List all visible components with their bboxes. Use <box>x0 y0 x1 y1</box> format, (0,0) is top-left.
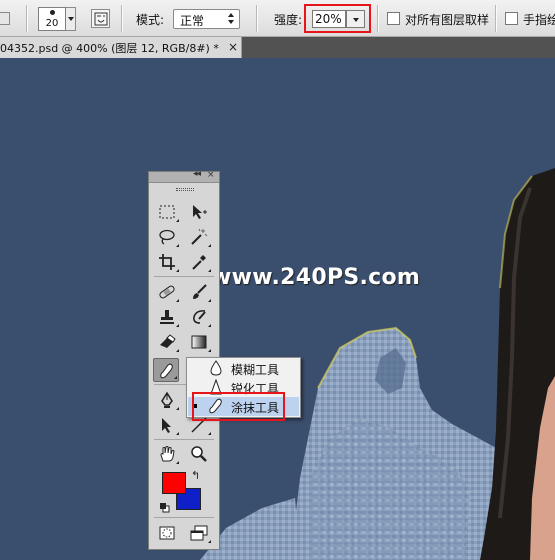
smudge-highlight-box <box>192 392 285 421</box>
brush-panel-toggle-button[interactable] <box>91 9 110 28</box>
separator <box>154 276 214 277</box>
close-icon[interactable]: × <box>207 170 215 180</box>
zoom-tool[interactable] <box>186 442 212 466</box>
history-brush-icon <box>193 310 206 324</box>
path-selection-tool[interactable] <box>154 413 180 437</box>
brush-icon <box>193 284 207 299</box>
brush-size-value: 20 <box>45 18 59 29</box>
eyedropper-icon <box>192 255 206 270</box>
strength-value: 20% <box>315 12 342 26</box>
flyout-item-blur[interactable]: 模糊工具 <box>188 359 299 378</box>
stamp-icon <box>160 310 174 324</box>
options-bar: 20 模式: 正常 强度: 20% 对所有图层取样 手指绘 <box>0 0 555 37</box>
separator <box>377 5 378 32</box>
document-tab-bar: 04352.psd @ 400% (图层 12, RGB/8#) * × <box>0 37 555 58</box>
swap-colors-icon[interactable]: ↰ <box>191 469 200 482</box>
lasso-icon <box>159 229 175 245</box>
separator <box>495 5 496 32</box>
history-brush-tool[interactable] <box>186 305 212 329</box>
mode-label: 模式: <box>136 13 165 27</box>
eraser-tool[interactable] <box>154 330 180 354</box>
gradient-icon <box>191 335 207 349</box>
watermark-text: www.240PS.com <box>211 265 421 290</box>
path-selection-icon <box>162 418 171 433</box>
quick-mask-button[interactable] <box>154 521 180 545</box>
separator <box>154 517 214 518</box>
strength-slider-dropdown[interactable] <box>346 10 365 28</box>
lasso-tool[interactable] <box>154 225 180 249</box>
quick-mask-icon <box>159 526 175 540</box>
canvas-artwork <box>200 168 555 560</box>
eraser-icon <box>160 334 176 348</box>
brush-tool[interactable] <box>186 280 212 304</box>
magic-wand-tool[interactable] <box>186 225 212 249</box>
mode-select[interactable]: 正常 <box>173 9 240 29</box>
separator <box>121 5 122 32</box>
crop-icon <box>159 254 175 270</box>
sample-all-layers-label: 对所有图层取样 <box>405 13 490 27</box>
pen-icon <box>161 391 173 408</box>
separator <box>26 5 27 32</box>
pen-tool[interactable] <box>154 388 180 412</box>
finger-painting-checkbox[interactable] <box>505 12 518 25</box>
foreground-color-swatch[interactable] <box>162 472 186 494</box>
default-colors-icon[interactable] <box>160 502 170 513</box>
crop-tool[interactable] <box>154 250 180 274</box>
screen-mode-icon <box>190 525 208 541</box>
strength-label: 强度: <box>274 13 303 27</box>
tool-preset-picker[interactable] <box>0 12 10 25</box>
eyedropper-tool[interactable] <box>186 250 212 274</box>
collapse-icon[interactable]: ◂◂ <box>193 169 201 179</box>
smudge-tool[interactable] <box>153 358 179 382</box>
sample-all-layers-checkbox[interactable] <box>387 12 400 25</box>
tools-panel-header[interactable]: ◂◂ × <box>149 169 219 183</box>
finger-painting-label: 手指绘 <box>523 13 555 27</box>
magic-wand-icon <box>191 228 208 245</box>
magnifier-icon <box>191 446 207 462</box>
marquee-tool[interactable] <box>154 200 180 224</box>
clone-stamp-tool[interactable] <box>154 305 180 329</box>
healing-brush-tool[interactable] <box>154 280 180 304</box>
brush-preset-dropdown[interactable] <box>66 7 76 31</box>
close-icon[interactable]: × <box>228 40 238 54</box>
brush-tip-icon <box>50 10 55 15</box>
screen-mode-button[interactable] <box>186 521 212 545</box>
move-icon <box>193 205 207 219</box>
blur-drop-icon <box>210 360 222 376</box>
document-tab-title: 04352.psd @ 400% (图层 12, RGB/8#) * <box>0 42 219 55</box>
brush-panel-icon <box>94 12 108 26</box>
document-tab[interactable]: 04352.psd @ 400% (图层 12, RGB/8#) * × <box>0 37 242 58</box>
document-canvas[interactable]: www.240PS.com <box>0 58 555 560</box>
separator <box>154 439 214 440</box>
panel-grip-icon[interactable] <box>176 188 194 191</box>
move-tool[interactable] <box>186 200 212 224</box>
strength-input[interactable]: 20% <box>312 10 346 28</box>
flyout-item-label: 模糊工具 <box>231 363 280 377</box>
mode-select-value: 正常 <box>180 14 205 28</box>
bandage-icon <box>159 285 175 299</box>
hand-icon <box>160 446 175 462</box>
marquee-icon <box>159 205 175 219</box>
separator <box>256 5 257 32</box>
select-arrows-icon <box>228 13 235 25</box>
brush-preset-preview[interactable]: 20 <box>38 7 66 31</box>
gradient-tool[interactable] <box>186 330 212 354</box>
hand-tool[interactable] <box>154 442 180 466</box>
